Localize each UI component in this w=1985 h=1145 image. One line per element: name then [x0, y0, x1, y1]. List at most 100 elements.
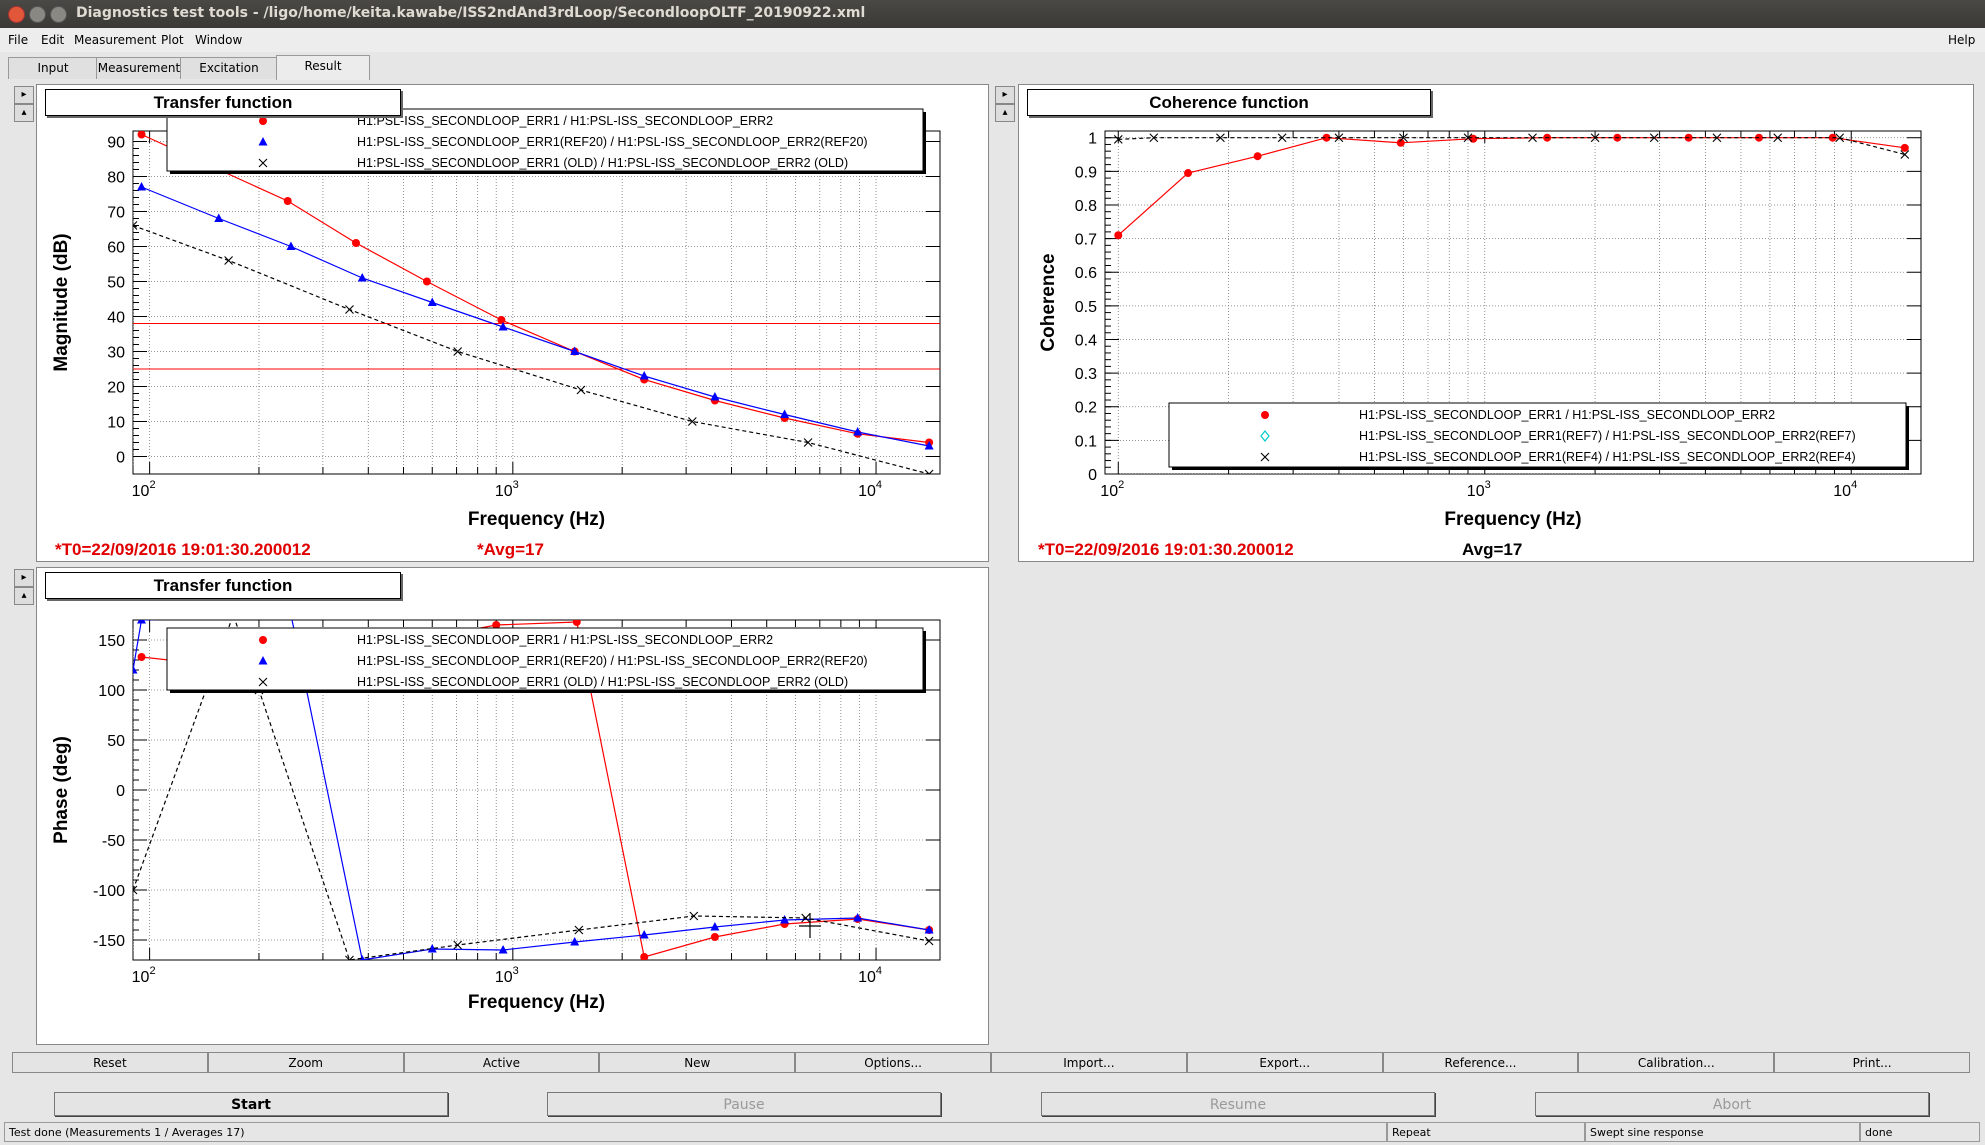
coherence-xaxis-label: Frequency (Hz) — [1444, 509, 1581, 530]
window-titlebar[interactable]: Diagnostics test tools - /ligo/home/keit… — [0, 0, 1985, 28]
tab-excitation[interactable]: Excitation — [180, 57, 278, 79]
window-title: Diagnostics test tools - /ligo/home/keit… — [76, 5, 866, 21]
coherence-yaxis-label: Coherence — [1038, 253, 1059, 351]
magnitude-plot-panel[interactable]: 102 103 104 90 80 70 60 50 40 30 20 10 0 H1:PSL-ISS_S… — [36, 84, 989, 562]
menu-measurement[interactable]: Measurement — [74, 33, 156, 47]
options-button[interactable]: Options... — [795, 1052, 991, 1073]
magnitude-ytick-label: 20 — [107, 380, 125, 397]
reference-button[interactable]: Reference... — [1382, 1052, 1579, 1073]
magnitude-xtick-label: 103 — [495, 479, 519, 500]
coherence-ytick-label: 0.2 — [1075, 400, 1097, 417]
menu-help[interactable]: Help — [1948, 33, 1975, 47]
phase-ytick-label: 100 — [98, 683, 125, 700]
coherence-collapse-arrow-icon[interactable]: ▴ — [995, 104, 1015, 122]
magnitude-legend-marker — [259, 117, 267, 125]
phase-data-point — [710, 933, 719, 941]
magnitude-legend: H1:PSL-ISS_SECONDLOOP_ERR1 / H1:PSL-ISS_… — [166, 108, 926, 174]
phase-xtick-exponent: 3 — [513, 965, 519, 977]
phase-xaxis-label: Frequency (Hz) — [468, 992, 605, 1013]
menu-edit[interactable]: Edit — [41, 33, 64, 47]
coherence-plot-panel[interactable]: 102 103 104 1 0.9 0.8 0.7 0.6 0.5 0.4 0.3 0.2 0.1 0 H1… — [1018, 84, 1974, 562]
magnitude-ytick-label: 50 — [107, 275, 125, 292]
coherence-avg-label: Avg=17 — [1462, 540, 1523, 559]
phase-data-point — [137, 620, 147, 624]
magnitude-collapse-arrow-icon[interactable]: ▴ — [14, 104, 34, 122]
magnitude-legend-entry: H1:PSL-ISS_SECONDLOOP_ERR1 / H1:PSL-ISS_… — [357, 114, 773, 128]
magnitude-xtick-exponent: 2 — [149, 479, 155, 491]
status-test-type: Swept sine response — [1585, 1122, 1860, 1142]
abort-button[interactable]: Abort — [1535, 1092, 1929, 1116]
phase-xtick-exponent: 2 — [149, 965, 155, 977]
status-mode: Repeat — [1387, 1122, 1585, 1142]
tab-measurement[interactable]: Measurement — [96, 57, 182, 79]
coherence-plot[interactable]: 102 103 104 1 0.9 0.8 0.7 0.6 0.5 0.4 0.3 0.2 0.1 0 H1… — [1019, 85, 1973, 561]
import-button[interactable]: Import... — [991, 1052, 1187, 1073]
phase-legend-entry: H1:PSL-ISS_SECONDLOOP_ERR1 (OLD) / H1:PS… — [357, 675, 848, 689]
start-button[interactable]: Start — [54, 1092, 448, 1116]
menubar: File Edit Measurement Plot Window Help — [0, 28, 1985, 52]
coherence-legend-entry: H1:PSL-ISS_SECONDLOOP_ERR1(REF7) / H1:PS… — [1359, 429, 1856, 443]
zoom-button[interactable]: Zoom — [207, 1052, 404, 1073]
coherence-data-point — [1184, 169, 1193, 178]
minimize-window-button[interactable] — [29, 6, 46, 23]
magnitude-xtick-exponent: 4 — [876, 479, 882, 491]
coherence-ytick-label: 0.7 — [1075, 232, 1097, 249]
resume-button[interactable]: Resume — [1041, 1092, 1435, 1116]
phase-xtick-exponent: 4 — [876, 965, 882, 977]
coherence-xtick-label: 102 — [1100, 479, 1124, 500]
phase-legend: H1:PSL-ISS_SECONDLOOP_ERR1 / H1:PSL-ISS_… — [166, 627, 926, 693]
coherence-plot-title: Coherence function — [1027, 89, 1431, 116]
coherence-ytick-label: 0 — [1088, 467, 1097, 484]
coherence-xtick-exponent: 2 — [1118, 479, 1124, 491]
magnitude-data-point — [283, 197, 292, 205]
maximize-window-button[interactable] — [50, 6, 67, 23]
coherence-xtick-exponent: 4 — [1851, 479, 1857, 491]
magnitude-plot-title: Transfer function — [45, 89, 401, 116]
coherence-ytick-label: 0.4 — [1075, 332, 1097, 349]
magnitude-yaxis-label: Magnitude (dB) — [51, 233, 72, 371]
tab-result[interactable]: Result — [276, 55, 370, 80]
magnitude-ytick-label: 30 — [107, 345, 125, 362]
phase-expand-arrow-icon[interactable]: ▸ — [14, 569, 34, 587]
new-button[interactable]: New — [599, 1052, 796, 1073]
coherence-data-point — [1114, 231, 1123, 240]
magnitude-ytick-label: 10 — [107, 415, 125, 432]
calibration-button[interactable]: Calibration... — [1578, 1052, 1775, 1073]
magnitude-expand-arrow-icon[interactable]: ▸ — [14, 86, 34, 104]
coherence-ytick-label: 0.3 — [1075, 366, 1097, 383]
magnitude-xaxis-label: Frequency (Hz) — [468, 509, 605, 530]
phase-legend-marker — [259, 636, 267, 644]
phase-ytick-label: -150 — [93, 933, 125, 950]
coherence-legend: H1:PSL-ISS_SECONDLOOP_ERR1 / H1:PSL-ISS_… — [1168, 402, 1909, 470]
coherence-xtick-label: 104 — [1833, 479, 1857, 500]
phase-data-point — [640, 953, 649, 960]
phase-plot[interactable]: 102 103 104 150 100 50 0 -50 -100 -150 H1:PSL-ISS_… — [37, 568, 988, 1044]
coherence-legend-entry: H1:PSL-ISS_SECONDLOOP_ERR1(REF4) / H1:PS… — [1359, 450, 1856, 464]
coherence-expand-arrow-icon[interactable]: ▸ — [995, 86, 1015, 104]
menu-window[interactable]: Window — [195, 33, 242, 47]
menu-plot[interactable]: Plot — [161, 33, 184, 47]
phase-legend-entry: H1:PSL-ISS_SECONDLOOP_ERR1(REF20) / H1:P… — [357, 654, 868, 668]
menu-file[interactable]: File — [8, 33, 28, 47]
reset-button[interactable]: Reset — [12, 1052, 208, 1073]
print-button[interactable]: Print... — [1774, 1052, 1970, 1073]
phase-data-point — [229, 611, 237, 619]
magnitude-data-point — [422, 277, 431, 286]
coherence-legend-marker — [1261, 411, 1269, 419]
magnitude-legend-entry: H1:PSL-ISS_SECONDLOOP_ERR1(REF20) / H1:P… — [357, 135, 868, 149]
magnitude-data-point — [351, 239, 360, 247]
phase-legend-entry: H1:PSL-ISS_SECONDLOOP_ERR1 / H1:PSL-ISS_… — [357, 633, 773, 647]
pause-button[interactable]: Pause — [547, 1092, 941, 1116]
phase-data-point — [286, 610, 295, 619]
coherence-ytick-label: 0.6 — [1075, 265, 1097, 282]
export-button[interactable]: Export... — [1186, 1052, 1383, 1073]
phase-ytick-label: 50 — [107, 733, 125, 750]
phase-plot-panel[interactable]: 102 103 104 150 100 50 0 -50 -100 -150 H1:PSL-ISS_… — [36, 567, 989, 1045]
phase-collapse-arrow-icon[interactable]: ▴ — [14, 587, 34, 605]
magnitude-plot[interactable]: 102 103 104 90 80 70 60 50 40 30 20 10 0 H1:PSL-ISS_S… — [37, 85, 988, 561]
magnitude-xtick-exponent: 3 — [513, 479, 519, 491]
status-state: done — [1860, 1122, 1980, 1142]
close-window-button[interactable] — [8, 6, 25, 23]
tab-input[interactable]: Input — [8, 57, 98, 79]
active-button[interactable]: Active — [403, 1052, 600, 1073]
